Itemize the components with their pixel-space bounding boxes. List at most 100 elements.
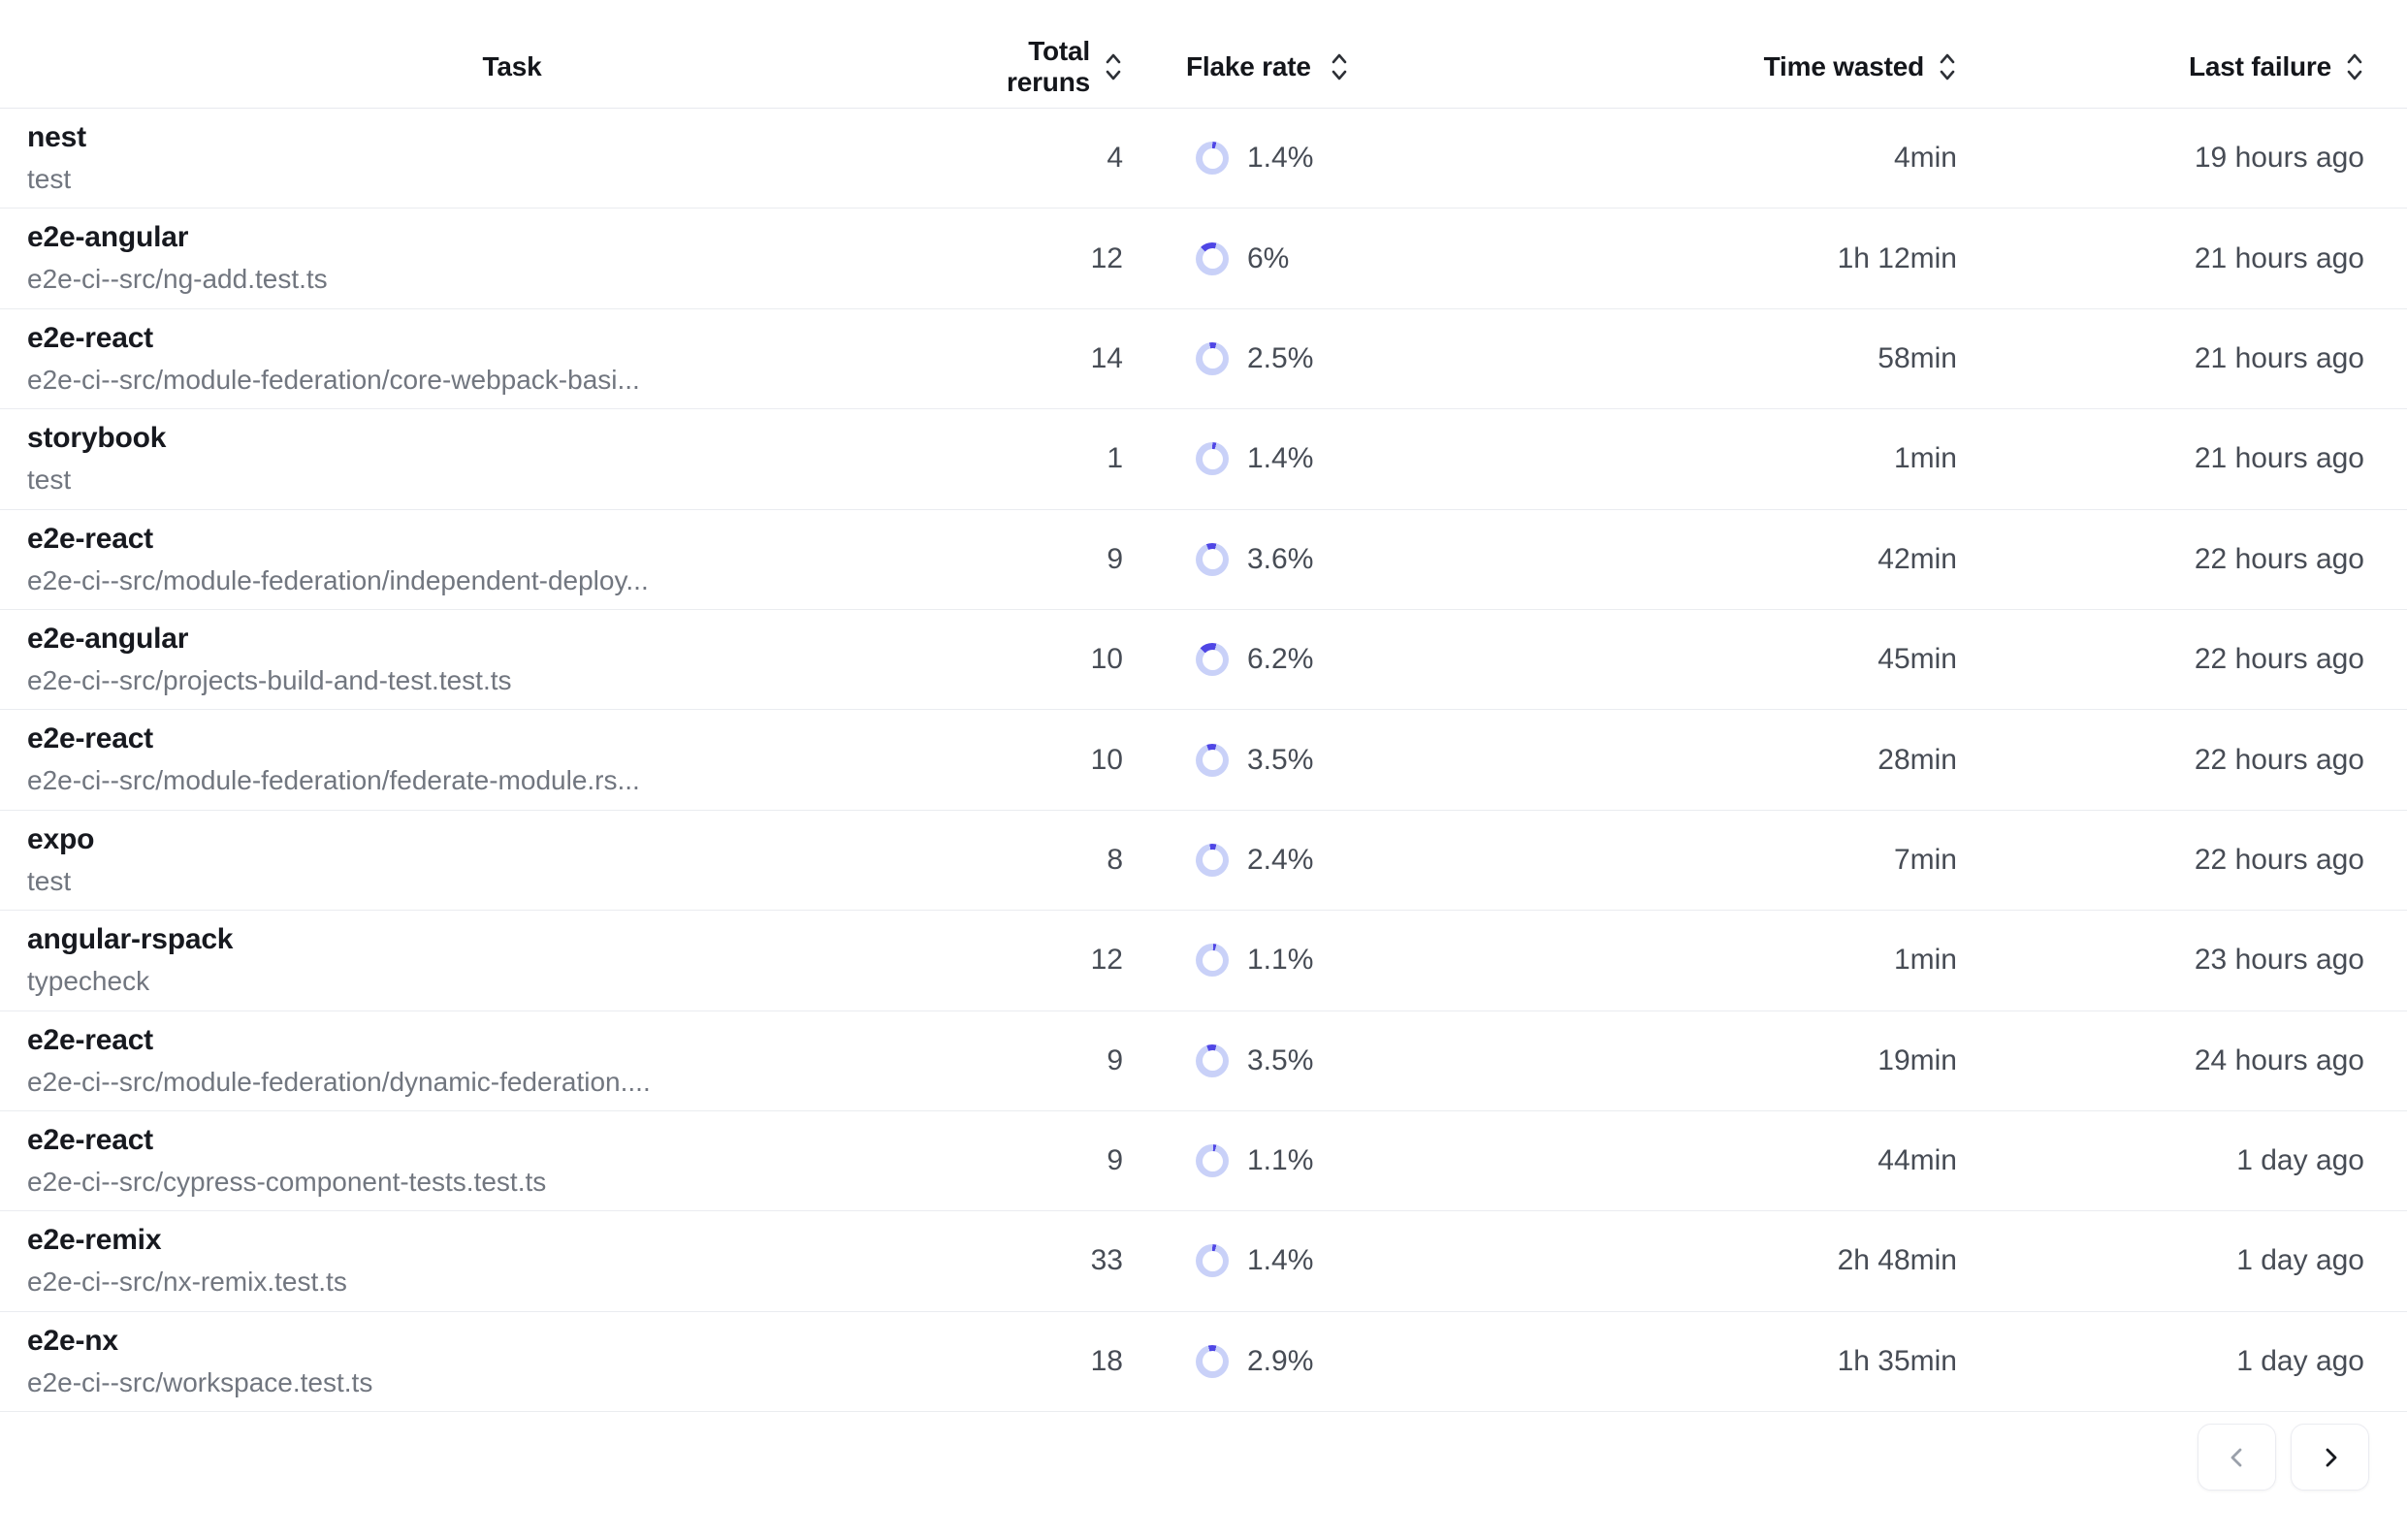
flake-rate-value: 1.1% xyxy=(1247,944,1313,977)
time-wasted-cell: 19min xyxy=(1414,1044,1957,1077)
flake-rate-value: 1.4% xyxy=(1247,142,1313,175)
flake-rate-value: 3.5% xyxy=(1247,1044,1313,1077)
time-wasted-cell: 44min xyxy=(1414,1144,1957,1177)
task-name: e2e-react xyxy=(27,722,997,754)
flake-rate-cell: 3.5% xyxy=(1123,744,1414,777)
flake-rate-value: 1.4% xyxy=(1247,1244,1313,1277)
flake-rate-value: 3.5% xyxy=(1247,744,1313,777)
table-row[interactable]: e2e-reacte2e-ci--src/cypress-component-t… xyxy=(0,1111,2407,1211)
total-reruns-cell: 10 xyxy=(997,744,1123,777)
flake-rate-cell: 1.4% xyxy=(1123,442,1414,475)
last-failure-cell: 21 hours ago xyxy=(1957,442,2364,475)
table-row[interactable]: e2e-reacte2e-ci--src/module-federation/d… xyxy=(0,1011,2407,1111)
flake-rate-donut-icon xyxy=(1196,844,1229,877)
flake-rate-value: 1.1% xyxy=(1247,1144,1313,1177)
next-page-button[interactable] xyxy=(2291,1424,2369,1491)
column-header-label: Last failure xyxy=(2189,51,2331,82)
table-row[interactable]: storybooktest11.4%1min21 hours ago xyxy=(0,409,2407,509)
time-wasted-cell: 2h 48min xyxy=(1414,1244,1957,1277)
task-target: e2e-ci--src/module-federation/federate-m… xyxy=(27,765,997,796)
previous-page-button[interactable] xyxy=(2198,1424,2276,1491)
flaky-tasks-page: TaskTotal reruns Flake rate Time wasted Las… xyxy=(0,0,2407,1540)
table-row[interactable]: e2e-angulare2e-ci--src/ng-add.test.ts126… xyxy=(0,209,2407,308)
task-target: e2e-ci--src/workspace.test.ts xyxy=(27,1367,997,1398)
task-name: e2e-remix xyxy=(27,1224,997,1256)
table-row[interactable]: expotest82.4%7min22 hours ago xyxy=(0,811,2407,911)
column-header-time[interactable]: Time wasted xyxy=(1414,49,1957,84)
time-wasted-cell: 1min xyxy=(1414,442,1957,475)
flake-rate-value: 6% xyxy=(1247,242,1289,275)
flake-rate-cell: 1.4% xyxy=(1123,142,1414,175)
last-failure-cell: 22 hours ago xyxy=(1957,643,2364,676)
last-failure-cell: 1 day ago xyxy=(1957,1345,2364,1378)
flake-rate-donut-icon xyxy=(1196,442,1229,475)
flake-rate-cell: 2.9% xyxy=(1123,1345,1414,1378)
task-cell: e2e-reacte2e-ci--src/module-federation/c… xyxy=(27,322,997,396)
table-row[interactable]: e2e-nx e2e-ci--src/workspace.test.ts18 2.9… xyxy=(0,1312,2407,1412)
flake-rate-value: 2.9% xyxy=(1247,1345,1313,1378)
task-target: e2e-ci--src/cypress-component-tests.test… xyxy=(27,1167,997,1198)
flake-rate-donut-icon xyxy=(1196,142,1229,175)
last-failure-cell: 24 hours ago xyxy=(1957,1044,2364,1077)
last-failure-cell: 22 hours ago xyxy=(1957,844,2364,877)
flake-rate-value: 1.4% xyxy=(1247,442,1313,475)
task-cell: e2e-reacte2e-ci--src/module-federation/d… xyxy=(27,1024,997,1098)
task-cell: e2e-nx e2e-ci--src/workspace.test.ts xyxy=(27,1325,997,1398)
flake-rate-donut-icon xyxy=(1196,1044,1229,1077)
task-cell: expotest xyxy=(27,823,997,897)
table-row[interactable]: e2e-remixe2e-ci--src/nx-remix.test.ts331… xyxy=(0,1211,2407,1311)
task-name: angular-rspack xyxy=(27,923,997,955)
column-header-label: Flake rate xyxy=(1186,51,1311,82)
task-target: e2e-ci--src/module-federation/dynamic-fe… xyxy=(27,1067,997,1098)
task-name: e2e-nx xyxy=(27,1325,997,1357)
chevron-right-icon xyxy=(2317,1444,2344,1471)
last-failure-cell: 21 hours ago xyxy=(1957,242,2364,275)
flake-rate-value: 6.2% xyxy=(1247,643,1313,676)
task-name: e2e-react xyxy=(27,523,997,555)
task-cell: e2e-react e2e-ci--src/module-federation/f… xyxy=(27,722,997,796)
table-row[interactable]: e2e-reacte2e-ci--src/module-federation/i… xyxy=(0,510,2407,610)
flake-rate-value: 3.6% xyxy=(1247,543,1313,576)
last-failure-cell: 23 hours ago xyxy=(1957,944,2364,977)
last-failure-cell: 22 hours ago xyxy=(1957,744,2364,777)
time-wasted-cell: 28min xyxy=(1414,744,1957,777)
time-wasted-cell: 1h 35min xyxy=(1414,1345,1957,1378)
chevron-left-icon xyxy=(2224,1444,2251,1471)
table-row[interactable]: nesttest41.4%4min19 hours ago xyxy=(0,109,2407,209)
total-reruns-cell: 9 xyxy=(997,1044,1123,1077)
sort-icon xyxy=(1330,49,1349,84)
flake-rate-cell: 3.5% xyxy=(1123,1044,1414,1077)
flake-rate-value: 2.4% xyxy=(1247,844,1313,877)
column-header-task: Task xyxy=(27,51,997,82)
task-target: e2e-ci--src/ng-add.test.ts xyxy=(27,264,997,295)
last-failure-cell: 1 day ago xyxy=(1957,1144,2364,1177)
task-cell: nest test xyxy=(27,121,997,195)
flake-rate-donut-icon xyxy=(1196,342,1229,375)
flake-rate-donut-icon xyxy=(1196,643,1229,676)
table-body: nesttest41.4%4min19 hours agoe2e-angular… xyxy=(0,109,2407,1412)
task-cell: e2e-angular e2e-ci--src/projects-build-an… xyxy=(27,623,997,696)
task-target: test xyxy=(27,164,997,195)
task-target: e2e-ci--src/projects-build-and-test.test… xyxy=(27,665,997,696)
flake-rate-cell: 1.4% xyxy=(1123,1244,1414,1277)
table-row[interactable]: e2e-reacte2e-ci--src/module-federation/c… xyxy=(0,309,2407,409)
table-row[interactable]: e2e-react e2e-ci--src/module-federation/f… xyxy=(0,710,2407,810)
total-reruns-cell: 12 xyxy=(997,944,1123,977)
time-wasted-cell: 45min xyxy=(1414,643,1957,676)
table-row[interactable]: e2e-angular e2e-ci--src/projects-build-an… xyxy=(0,610,2407,710)
total-reruns-cell: 8 xyxy=(997,844,1123,877)
column-header-flake[interactable]: Flake rate xyxy=(1123,49,1414,84)
column-header-reruns[interactable]: Total reruns xyxy=(997,36,1123,98)
task-name: nest xyxy=(27,121,997,153)
column-header-last[interactable]: Last failure xyxy=(1957,49,2364,84)
task-cell: e2e-remixe2e-ci--src/nx-remix.test.ts xyxy=(27,1224,997,1298)
flake-rate-donut-icon xyxy=(1196,744,1229,777)
total-reruns-cell: 12 xyxy=(997,242,1123,275)
flake-rate-cell: 2.4% xyxy=(1123,844,1414,877)
task-cell: storybooktest xyxy=(27,422,997,496)
time-wasted-cell: 1h 12min xyxy=(1414,242,1957,275)
time-wasted-cell: 4min xyxy=(1414,142,1957,175)
total-reruns-cell: 18 xyxy=(997,1345,1123,1378)
task-name: e2e-angular xyxy=(27,623,997,655)
table-row[interactable]: angular-rspacktypecheck121.1%1min23 hour… xyxy=(0,911,2407,1011)
